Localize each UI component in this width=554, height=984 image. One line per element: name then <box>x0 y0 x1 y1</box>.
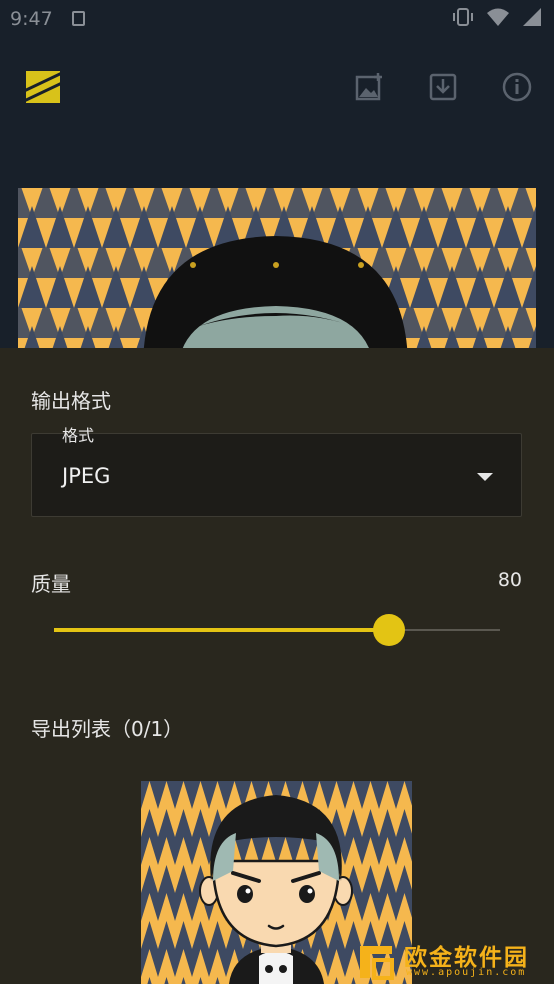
status-icons <box>452 7 542 31</box>
format-label: 格式 <box>62 426 95 445</box>
status-time: 9:47 <box>10 8 53 30</box>
sim-card-icon <box>72 11 85 26</box>
add-image-button[interactable] <box>352 70 386 104</box>
export-list-title: 导出列表（0/1） <box>31 717 184 741</box>
battery-icon <box>522 7 542 31</box>
download-icon <box>429 73 457 101</box>
app-logo-icon <box>23 69 63 105</box>
watermark-url: www.apoujin.com <box>406 967 527 978</box>
app-bar <box>0 56 554 120</box>
wifi-icon <box>486 7 510 31</box>
export-settings-sheet: 输出格式 格式 JPEG 质量 80 导出列表（0/1） <box>0 348 554 984</box>
format-select[interactable]: 格式 JPEG <box>31 426 522 517</box>
info-button[interactable] <box>500 70 534 104</box>
add-image-icon <box>355 73 382 101</box>
info-icon <box>502 72 532 102</box>
slider-thumb[interactable] <box>372 614 405 646</box>
status-bar: 9:47 <box>0 0 554 36</box>
format-value: JPEG <box>62 464 111 488</box>
download-button[interactable] <box>426 70 460 104</box>
watermark-logo-icon <box>360 946 394 980</box>
quality-value: 80 <box>497 569 522 591</box>
image-preview <box>18 188 536 368</box>
site-watermark: 欧金软件园 www.apoujin.com <box>356 936 548 982</box>
output-format-title: 输出格式 <box>31 389 111 413</box>
slider-track-fill <box>54 628 389 632</box>
quality-slider[interactable] <box>54 614 500 646</box>
vibrate-icon <box>452 7 474 31</box>
quality-label: 质量 <box>31 572 71 596</box>
dropdown-arrow-icon <box>477 473 493 481</box>
